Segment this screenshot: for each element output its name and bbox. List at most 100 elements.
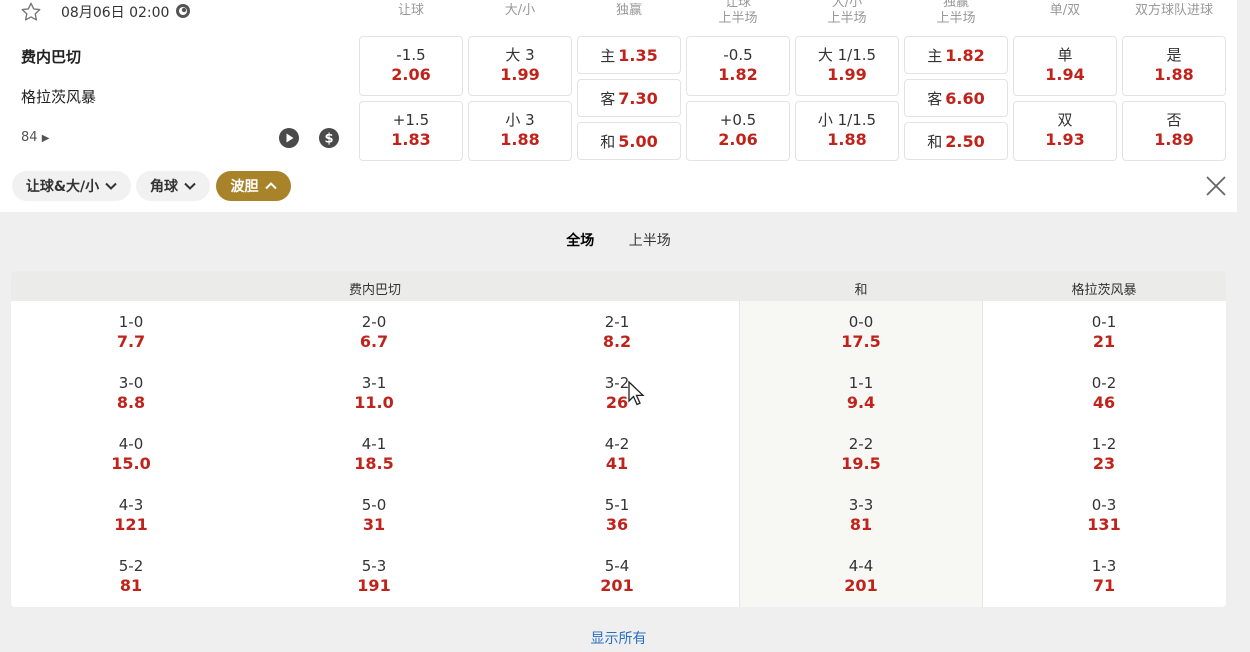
- odds-value: 5.00: [618, 131, 658, 151]
- tab-first-half[interactable]: 上半场: [629, 230, 671, 250]
- filter-corners[interactable]: 角球: [136, 171, 210, 201]
- live-clock-icon: [176, 4, 190, 18]
- score-label: 5-2: [118, 557, 144, 575]
- score-label: 0-0: [848, 313, 874, 331]
- score-odds-item[interactable]: 2-1 8.2: [557, 313, 677, 351]
- odds-cell[interactable]: 大 1/1.5 1.99: [795, 36, 899, 96]
- score-odds-item[interactable]: 2-0 6.7: [314, 313, 434, 351]
- favorite-star-icon[interactable]: [19, 1, 43, 23]
- odds-cell[interactable]: 主 1.35: [577, 36, 681, 74]
- odds-cell[interactable]: -1.5 2.06: [359, 36, 463, 96]
- score-odd: 11.0: [354, 393, 394, 412]
- odds-value: 1.89: [1154, 130, 1194, 149]
- score-odds-item[interactable]: 0-0 17.5: [801, 313, 921, 351]
- score-odds-item[interactable]: 1-2 23: [1044, 435, 1164, 473]
- score-odds-item[interactable]: 3-2 26: [557, 374, 677, 412]
- score-odds-item[interactable]: 1-3 71: [1044, 557, 1164, 595]
- show-all-link[interactable]: 显示所有: [0, 628, 1237, 648]
- odds-cell[interactable]: 小 3 1.88: [468, 101, 572, 161]
- score-label: 4-4: [848, 557, 874, 575]
- odds-cell[interactable]: 是 1.88: [1122, 36, 1226, 96]
- filter-handicap-ou[interactable]: 让球&大/小: [12, 171, 131, 201]
- score-odds-item[interactable]: 0-3 131: [1044, 496, 1164, 534]
- odds-cell[interactable]: 否 1.89: [1122, 101, 1226, 161]
- score-odds-item[interactable]: 4-3 121: [71, 496, 191, 534]
- score-odds-item[interactable]: 5-4 201: [557, 557, 677, 595]
- score-odd: 46: [1092, 393, 1116, 412]
- market-count: 84: [21, 130, 38, 145]
- odds-cell[interactable]: +0.5 2.06: [686, 101, 790, 161]
- odds-line: 和: [927, 132, 943, 151]
- odds-cell[interactable]: 双 1.93: [1013, 101, 1117, 161]
- odds-line: +1.5: [392, 111, 430, 129]
- score-label: 4-0: [118, 435, 144, 453]
- more-markets-link[interactable]: 84 ▶: [21, 130, 49, 145]
- odds-line: +0.5: [719, 111, 757, 129]
- score-odds-item[interactable]: 4-1 18.5: [314, 435, 434, 473]
- score-label: 1-1: [848, 374, 874, 392]
- score-odds-item[interactable]: 4-4 201: [801, 557, 921, 595]
- odds-line: 是: [1166, 46, 1182, 64]
- score-label: 1-0: [118, 313, 144, 331]
- score-odd: 26: [605, 393, 629, 412]
- odds-cell[interactable]: 主 1.82: [904, 36, 1008, 74]
- odds-line: 主: [600, 46, 616, 65]
- odds-cell[interactable]: 单 1.94: [1013, 36, 1117, 96]
- score-odds-item[interactable]: 4-2 41: [557, 435, 677, 473]
- score-odds-item[interactable]: 3-3 81: [801, 496, 921, 534]
- close-icon[interactable]: [1204, 174, 1228, 198]
- odds-value: 2.50: [945, 131, 985, 151]
- score-odds-item[interactable]: 2-2 19.5: [801, 435, 921, 473]
- score-label: 5-1: [604, 496, 630, 514]
- score-odd: 201: [844, 576, 878, 595]
- score-label: 2-0: [361, 313, 387, 331]
- score-label: 3-0: [118, 374, 144, 392]
- score-odds-item[interactable]: 1-0 7.7: [71, 313, 191, 351]
- match-row: 08月06日 02:00 费内巴切 格拉茨风暴 84 ▶ $ 让球 大/小 独赢 让球…: [0, 0, 1237, 212]
- score-odds-item[interactable]: 4-0 15.0: [71, 435, 191, 473]
- play-video-icon[interactable]: [278, 127, 300, 149]
- score-label: 1-2: [1091, 435, 1117, 453]
- odds-value: 2.06: [391, 65, 431, 84]
- score-label: 5-3: [361, 557, 387, 575]
- odds-cell[interactable]: +1.5 1.83: [359, 101, 463, 161]
- filter-correct-score[interactable]: 波胆: [216, 171, 291, 201]
- score-label: 0-2: [1091, 374, 1117, 392]
- odds-cell[interactable]: 和 2.50: [904, 122, 1008, 160]
- score-odds-item[interactable]: 1-1 9.4: [801, 374, 921, 412]
- period-tabs: 全场 上半场: [0, 230, 1237, 250]
- odds-cell[interactable]: 小 1/1.5 1.88: [795, 101, 899, 161]
- score-odds-item[interactable]: 0-2 46: [1044, 374, 1164, 412]
- score-odds-item[interactable]: 5-3 191: [314, 557, 434, 595]
- score-label: 0-1: [1091, 313, 1117, 331]
- score-odds-item[interactable]: 5-1 36: [557, 496, 677, 534]
- odds-cell[interactable]: -0.5 1.82: [686, 36, 790, 96]
- score-odds-item[interactable]: 5-0 31: [314, 496, 434, 534]
- chevron-down-icon: [184, 182, 196, 190]
- score-odds-item[interactable]: 5-2 81: [71, 557, 191, 595]
- score-label: 1-3: [1091, 557, 1117, 575]
- tab-full-time[interactable]: 全场: [566, 230, 594, 250]
- odds-cell[interactable]: 客 6.60: [904, 79, 1008, 117]
- odds-value: 7.30: [618, 88, 658, 108]
- score-odd: 71: [1092, 576, 1116, 595]
- odds-line: 大 3: [505, 46, 535, 64]
- score-odd: 15.0: [111, 454, 151, 473]
- score-odds-item[interactable]: 0-1 21: [1044, 313, 1164, 351]
- odds-cell[interactable]: 大 3 1.99: [468, 36, 572, 96]
- score-odds-item[interactable]: 3-1 11.0: [314, 374, 434, 412]
- score-odd: 9.4: [846, 393, 876, 412]
- home-column-header: 费内巴切: [348, 283, 402, 298]
- score-odd: 81: [849, 515, 873, 534]
- score-odd: 23: [1092, 454, 1116, 473]
- odds-value: 1.83: [391, 130, 431, 149]
- score-odd: 7.7: [116, 332, 146, 351]
- column-header: 双方球队进球: [1134, 3, 1213, 18]
- odds-cell[interactable]: 客 7.30: [577, 79, 681, 117]
- score-odd: 6.7: [359, 332, 389, 351]
- odds-cell[interactable]: 和 5.00: [577, 122, 681, 160]
- odds-line: 客: [927, 89, 943, 108]
- score-odds-item[interactable]: 3-0 8.8: [71, 374, 191, 412]
- chevron-up-icon: [264, 182, 277, 190]
- cashout-dollar-icon[interactable]: $: [318, 127, 340, 149]
